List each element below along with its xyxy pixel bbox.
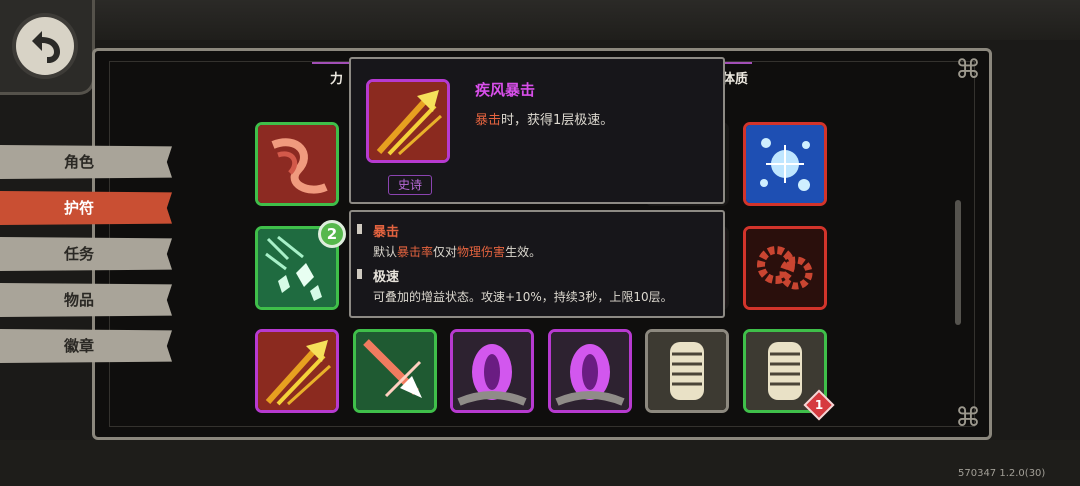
tab-badges[interactable]: 徽章 — [0, 329, 172, 363]
tab-charms[interactable]: 护符 — [0, 191, 172, 225]
keyword-description: 默认暴击率仅对物理伤害生效。 — [373, 243, 541, 260]
gear-chain-charm-icon — [746, 229, 824, 307]
stat-constitution: 体质 — [722, 72, 749, 87]
charm-slot[interactable] — [743, 226, 827, 310]
charm-slot[interactable] — [743, 122, 827, 206]
rarity-badge: 史诗 — [388, 175, 432, 195]
version-text: 570347 1.2.0(30) — [958, 468, 1046, 479]
new-count-text: 1 — [814, 398, 824, 412]
keyword-bullet — [357, 224, 362, 234]
tab-character[interactable]: 角色 — [0, 145, 172, 179]
scrollbar[interactable] — [955, 200, 961, 325]
charm-slot[interactable] — [353, 329, 437, 413]
violet-orb-charm-icon — [551, 332, 629, 410]
keyword-tooltip: 暴击 默认暴击率仅对物理伤害生效。 极速 可叠加的增益状态。攻速+10%，持续3… — [349, 210, 725, 318]
keyword-bullet — [357, 269, 362, 279]
kw-text: 生效。 — [505, 245, 542, 259]
desc-text: 时，获得1层极速。 — [501, 113, 614, 128]
back-button[interactable] — [0, 0, 95, 95]
desc-keyword: 暴击 — [475, 113, 502, 128]
kw-highlight: 物理伤害 — [457, 245, 506, 259]
charm-slot[interactable] — [645, 329, 729, 413]
charm-slot[interactable] — [255, 122, 339, 206]
keyword-description: 可叠加的增益状态。攻速+10%，持续3秒，上限10层。 — [373, 290, 673, 304]
keyword-title: 极速 — [373, 270, 400, 285]
tab-label: 徽章 — [64, 337, 95, 355]
corner-ornament-icon: ⌘ — [955, 403, 981, 433]
kw-text: 仅对 — [433, 245, 458, 259]
corner-ornament-icon: ⌘ — [955, 55, 981, 85]
stat-strength: 力 — [330, 72, 344, 87]
bottom-frame — [0, 440, 1080, 486]
tab-quests[interactable]: 任务 — [0, 237, 172, 271]
ice-shatter-charm-icon — [746, 125, 824, 203]
violet-orb-charm-icon — [453, 332, 531, 410]
charm-description: 暴击时，获得1层极速。 — [475, 109, 613, 128]
tab-label: 角色 — [64, 153, 95, 171]
top-frame — [0, 0, 1080, 40]
tab-items[interactable]: 物品 — [0, 283, 172, 317]
keyword-title: 暴击 — [373, 225, 400, 240]
tab-label: 物品 — [64, 291, 95, 309]
charm-tooltip: 疾风暴击 暴击时，获得1层极速。 史诗 — [349, 57, 725, 204]
red-swirl-charm-icon — [258, 125, 336, 203]
stack-count-badge: 2 — [318, 220, 346, 248]
tooltip-charm-icon — [366, 79, 450, 163]
charm-slot[interactable] — [450, 329, 534, 413]
tab-label: 任务 — [64, 245, 95, 263]
swift-arrow-charm-icon — [356, 332, 434, 410]
gale-crit-charm-icon — [258, 332, 336, 410]
kw-text: 默认 — [373, 245, 398, 259]
charm-slot[interactable] — [548, 329, 632, 413]
charm-name: 疾风暴击 — [475, 81, 536, 99]
bone-ribcage-charm-icon — [648, 332, 726, 410]
kw-highlight: 暴击率 — [397, 245, 434, 259]
charm-slot[interactable] — [255, 329, 339, 413]
back-arrow-icon — [16, 17, 74, 75]
tab-label: 护符 — [64, 199, 95, 217]
gale-crit-charm-icon — [369, 82, 447, 160]
